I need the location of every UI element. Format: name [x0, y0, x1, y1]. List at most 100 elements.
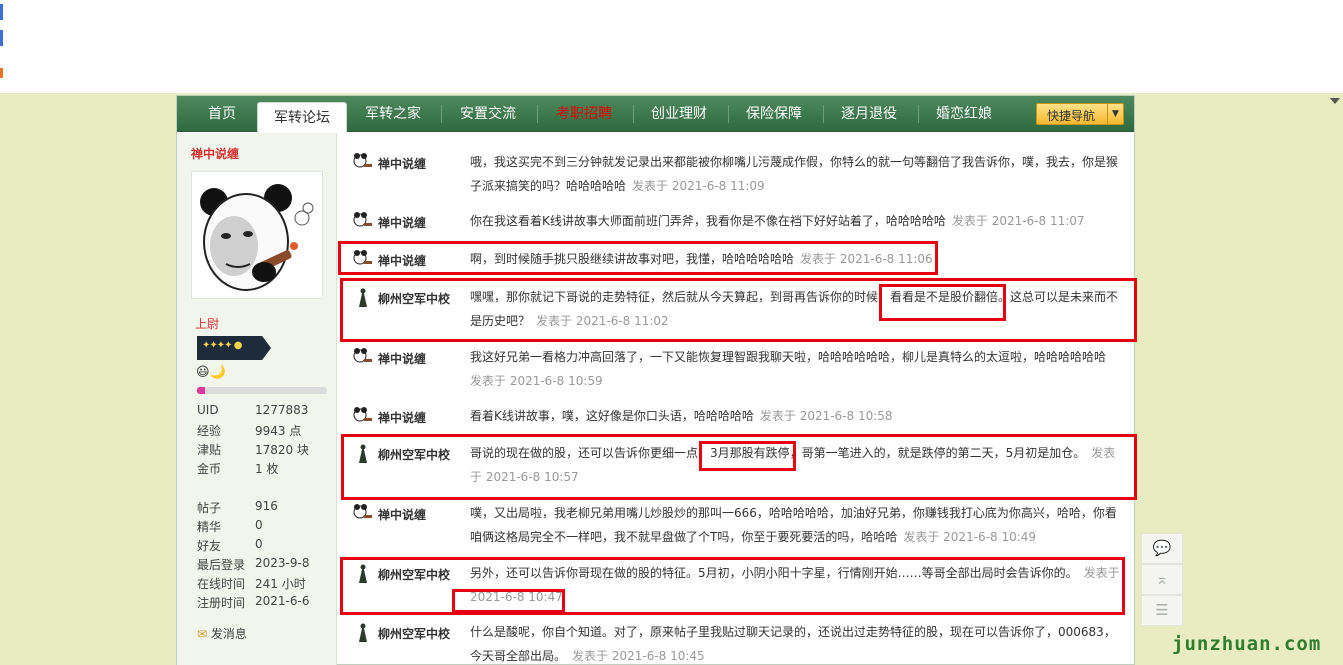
rank-badge: ✦✦✦✦ ●	[197, 336, 271, 360]
post-content: 另外，还可以告诉你哥现在做的股的特征。5月初，小阴小阳十字星，行情刚开始……等哥…	[470, 561, 1124, 609]
star-icon: ✦✦✦✦ ●	[202, 340, 242, 351]
post-content: 什么是酸呢，你自个知道。对了，原来帖子里我贴过聊天记录的，还说出过走势特征的股，…	[470, 620, 1124, 665]
nav-item-matchmaking[interactable]: 婚恋红娘	[927, 96, 1001, 132]
post-text: 看着K线讲故事，噗，这好像是你口头语，哈哈哈哈哈	[470, 409, 754, 423]
stat-value: 9943 点	[255, 424, 302, 438]
user-avatar-icon[interactable]	[352, 211, 374, 233]
quick-nav-button[interactable]: 快捷导航 ▼	[1036, 103, 1124, 125]
nav-divider	[537, 105, 538, 123]
comment-icon[interactable]: 💬	[1141, 533, 1183, 564]
edge-marker	[0, 68, 3, 78]
forum-frame: 首页 军转论坛 军转之家 安置交流 考职招聘 创业理财 保险保障 逐月退役 婚恋…	[176, 95, 1135, 665]
emoji-status-icon: 😃🌙	[196, 365, 226, 380]
user-avatar-icon[interactable]	[352, 622, 374, 644]
sidebar-username[interactable]: 禅中说缠	[191, 145, 239, 162]
post-time: 发表于 2021-6-8 11:02	[536, 314, 669, 328]
stat-key: 在线时间	[197, 577, 246, 591]
user-avatar-icon[interactable]	[352, 347, 374, 369]
user-avatar-icon[interactable]	[352, 287, 374, 309]
stat-value: 2023-9-8	[255, 556, 310, 570]
post-text: 什么是酸呢，你自个知道。对了，原来帖子里我贴过聊天记录的，还说出过走势特征的股，…	[470, 625, 1116, 663]
post-author[interactable]: 禅中说缠	[378, 214, 426, 231]
post-time: 发表于 2021-6-8 10:58	[759, 409, 893, 423]
browser-top-area	[0, 0, 1343, 93]
post-author[interactable]: 柳州空军中校	[378, 290, 450, 307]
site-watermark: junzhuan.com	[1172, 633, 1322, 655]
user-avatar-icon[interactable]	[352, 503, 374, 525]
stat-value[interactable]: 916	[255, 499, 278, 513]
page-corner-marker	[1330, 98, 1340, 106]
nav-item-home[interactable]: 首页	[197, 96, 247, 132]
stat-key: 津贴	[197, 443, 222, 457]
post-author[interactable]: 禅中说缠	[378, 155, 426, 172]
stat-key: 精华	[197, 520, 222, 534]
post-content: 哦，我这买完不到三分钟就发记录出来都能被你柳嘴儿污蔑成作假，你特么的就一句等翻倍…	[470, 150, 1124, 198]
post-content: 嘿嘿，那你就记下哥说的走势特征，然后就从今天算起，到哥再告诉你的时候，看看是不是…	[470, 285, 1124, 333]
user-avatar-icon[interactable]	[352, 563, 374, 585]
nav-item-finance[interactable]: 创业理财	[642, 96, 716, 132]
stat-value[interactable]: 0	[255, 518, 263, 532]
stat-value: 2021-6-6	[255, 594, 310, 608]
nav-item-insurance[interactable]: 保险保障	[737, 96, 811, 132]
user-avatar-icon[interactable]	[352, 443, 374, 465]
post-author[interactable]: 禅中说缠	[378, 506, 426, 523]
nav-item-placement[interactable]: 安置交流	[451, 96, 525, 132]
nav-item-forum[interactable]: 军转论坛	[257, 102, 347, 133]
user-sidebar: 禅中说缠 上尉 ✦✦✦✦ ● 😃🌙 UID 1277883 经验 9943 点 …	[177, 133, 337, 665]
stat-key: UID	[197, 403, 219, 417]
level-progress-fill	[197, 387, 205, 394]
post-text: 你在我这看着K线讲故事大师面前班门弄斧，我看你是不像在裆下好好站着了，哈哈哈哈哈	[470, 214, 946, 228]
nav-item-home-of-transfer[interactable]: 军转之家	[357, 96, 429, 132]
post-author[interactable]: 柳州空军中校	[378, 566, 450, 583]
nav-divider	[728, 105, 729, 123]
post-content: 我这好兄弟一看格力冲高回落了，一下又能恢复理智跟我聊天啦，哈哈哈哈哈哈，柳儿是真…	[470, 345, 1124, 393]
send-message-label: 发消息	[210, 627, 247, 641]
post-time: 发表于 2021-6-8 10:59	[470, 374, 603, 388]
stat-value: 1277883	[255, 403, 309, 417]
avatar[interactable]	[191, 171, 323, 299]
post-text: 我这好兄弟一看格力冲高回落了，一下又能恢复理智跟我聊天啦，哈哈哈哈哈哈，柳儿是真…	[470, 350, 1107, 364]
post-content: 哥说的现在做的股，还可以告诉你更细一点，3月那股有跌停，哥第一笔进入的，就是跌停…	[470, 441, 1124, 489]
user-rank: 上尉	[195, 317, 220, 331]
post-text: 哥说的现在做的股，还可以告诉你更细一点，3月那股有跌停，哥第一笔进入的，就是跌停…	[470, 446, 1086, 460]
post-time: 发表于 2021-6-8 11:06	[800, 252, 933, 266]
post-author[interactable]: 柳州空军中校	[378, 625, 450, 642]
post-text: 啊，到时候随手挑只股继续讲故事对吧，我懂，哈哈哈哈哈哈	[470, 252, 795, 266]
post-content: 你在我这看着K线讲故事大师面前班门弄斧，我看你是不像在裆下好好站着了，哈哈哈哈哈…	[470, 209, 1124, 233]
nav-divider	[823, 105, 824, 123]
user-avatar-icon[interactable]	[352, 152, 374, 174]
post-text: 另外，还可以告诉你哥现在做的股的特征。5月初，小阴小阳十字星，行情刚开始……等哥…	[470, 566, 1078, 580]
level-progress-bar	[197, 387, 327, 394]
post-author[interactable]: 柳州空军中校	[378, 446, 450, 463]
post-text: 哦，我这买完不到三分钟就发记录出来都能被你柳嘴儿污蔑成作假，你特么的就一句等翻倍…	[470, 155, 1119, 193]
stat-value: 241 小时	[255, 577, 306, 591]
post-content: 啊，到时候随手挑只股继续讲故事对吧，我懂，哈哈哈哈哈哈 发表于 2021-6-8 …	[470, 247, 1124, 271]
edge-marker	[0, 30, 3, 46]
stat-key: 注册时间	[197, 596, 246, 610]
stat-value: 1 枚	[255, 462, 279, 476]
user-avatar-icon[interactable]	[352, 406, 374, 428]
post-time: 发表于 2021-6-8 10:49	[903, 530, 1037, 544]
post-content: 看着K线讲故事，噗，这好像是你口头语，哈哈哈哈哈 发表于 2021-6-8 10:…	[470, 404, 1124, 428]
post-time: 发表于 2021-6-8 11:09	[632, 179, 765, 193]
post-list: 禅中说缠 哦，我这买完不到三分钟就发记录出来都能被你柳嘴儿污蔑成作假，你特么的就…	[338, 133, 1134, 665]
post-author[interactable]: 禅中说缠	[378, 409, 426, 426]
post-author[interactable]: 禅中说缠	[378, 350, 426, 367]
main-nav: 首页 军转论坛 军转之家 安置交流 考职招聘 创业理财 保险保障 逐月退役 婚恋…	[177, 96, 1134, 133]
nav-divider	[441, 105, 442, 123]
stat-key: 帖子	[197, 501, 222, 515]
post-author[interactable]: 禅中说缠	[378, 252, 426, 269]
nav-item-retirement[interactable]: 逐月退役	[832, 96, 906, 132]
post-time: 发表于 2021-6-8 10:45	[572, 649, 705, 663]
stat-value: 17820 块	[255, 443, 309, 457]
send-message-link[interactable]: ✉ 发消息	[197, 625, 247, 642]
back-to-top-icon[interactable]: ⌅	[1141, 564, 1183, 595]
nav-divider	[633, 105, 634, 123]
stat-key: 好友	[197, 539, 222, 553]
stat-value[interactable]: 0	[255, 537, 263, 551]
user-avatar-icon[interactable]	[352, 249, 374, 271]
list-icon[interactable]: ☰	[1141, 595, 1183, 626]
nav-item-recruitment[interactable]: 考职招聘	[547, 96, 621, 132]
chevron-down-icon: ▼	[1107, 104, 1123, 124]
stat-key: 最后登录	[197, 558, 246, 572]
